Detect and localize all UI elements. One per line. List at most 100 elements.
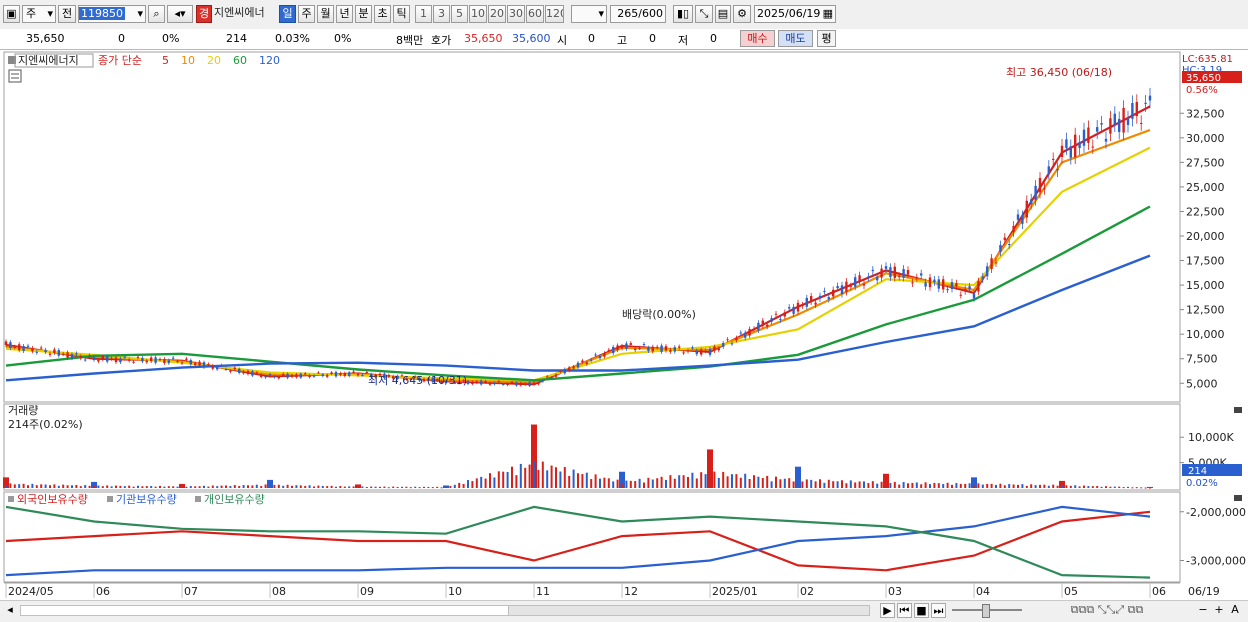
- sell-button[interactable]: 매도: [778, 30, 813, 47]
- price-change-pct: 0%: [162, 32, 180, 45]
- chart-settings-icon[interactable]: ▣: [3, 5, 20, 23]
- volume-bar-small: [647, 477, 650, 488]
- tool-button-2[interactable]: A: [1228, 603, 1242, 618]
- period-tab-6[interactable]: 틱: [393, 5, 410, 23]
- volume-bar-small: [370, 486, 373, 488]
- volume-bar-small: [467, 480, 469, 488]
- volume-bar-small: [269, 485, 271, 488]
- search-icon[interactable]: ⌕: [148, 5, 165, 23]
- ma-5-line: [5, 105, 1151, 386]
- prev-button[interactable]: 전: [58, 5, 76, 23]
- holding-legend-2: 개인보유수량: [204, 493, 265, 506]
- interval-button-5[interactable]: 30: [507, 5, 525, 23]
- volume-bar-small: [97, 485, 100, 488]
- gear-icon[interactable]: ⚙: [733, 5, 751, 23]
- panel-close-icon[interactable]: [1234, 407, 1242, 413]
- scrollbar-thumb[interactable]: [508, 606, 869, 615]
- chart-scrollbar[interactable]: [20, 605, 870, 616]
- period-tab-0[interactable]: 일: [279, 5, 296, 23]
- candle-icon[interactable]: ▮▯: [673, 5, 693, 23]
- interval-custom-select[interactable]: ▾: [571, 5, 607, 23]
- interval-button-6[interactable]: 60: [526, 5, 544, 23]
- volume-bar-small: [1025, 485, 1028, 488]
- volume-bar-small: [1017, 484, 1019, 488]
- volume-bar-small: [141, 486, 144, 488]
- volume-bar-small: [1061, 485, 1063, 488]
- candle: [625, 341, 628, 351]
- ma-legend-20: 20: [207, 54, 221, 67]
- candle: [748, 326, 751, 338]
- volume-bar-small: [383, 486, 386, 488]
- x-tick-label: 2025/01: [712, 585, 758, 598]
- volume-bar-small: [66, 485, 69, 488]
- stock-chart[interactable]: 32,500 30,000 27,500 25,000 22,500 20,000 17,5…: [0, 50, 1248, 601]
- tool-button-1[interactable]: +: [1212, 603, 1226, 618]
- interval-button-4[interactable]: 20: [488, 5, 506, 23]
- market-type-select[interactable]: 주 ▾: [22, 5, 56, 23]
- interval-button-1[interactable]: 3: [433, 5, 450, 23]
- candle: [660, 343, 663, 354]
- nav-button-0[interactable]: ▶: [880, 603, 895, 618]
- data-count-value: 265: [617, 7, 639, 20]
- interval-button-0[interactable]: 1: [415, 5, 432, 23]
- scroll-left-icon[interactable]: ◂: [4, 603, 16, 618]
- panel-close-icon[interactable]: [1234, 495, 1242, 501]
- buy-button[interactable]: 매수: [740, 30, 775, 47]
- price-panel-title: 지엔씨에너지: [18, 54, 79, 67]
- x-tick-label: 10: [448, 585, 462, 598]
- candle: [612, 344, 615, 356]
- volume-bar-small: [414, 486, 417, 488]
- volume-bar-small: [277, 484, 280, 488]
- volume-panel-title: 거래량: [8, 404, 38, 417]
- volume-bar-small: [1149, 487, 1151, 489]
- volume-bar-small: [31, 483, 34, 488]
- volume-bar-small: [1052, 484, 1055, 488]
- volume-bar-small: [964, 483, 967, 488]
- nav-button-1[interactable]: ⏮: [897, 603, 912, 618]
- tool-button-0[interactable]: −: [1196, 603, 1210, 618]
- average-button[interactable]: 평: [817, 30, 836, 47]
- candle: [818, 292, 822, 302]
- volume-bar-small: [748, 479, 751, 488]
- date-field[interactable]: 2025/06/19 ▦: [754, 5, 836, 23]
- period-tab-4[interactable]: 분: [355, 5, 372, 23]
- candle: [334, 370, 338, 378]
- zoom-slider[interactable]: [952, 603, 1022, 618]
- nav-button-3[interactable]: ⏭: [931, 603, 946, 618]
- volume-bar-small: [691, 472, 694, 488]
- line-tool-icon[interactable]: ⤡: [695, 5, 713, 23]
- volume-bar-small: [348, 486, 351, 488]
- table-icon[interactable]: [8, 69, 22, 83]
- interval-button-7[interactable]: 120: [545, 5, 564, 23]
- volume-bar-small: [93, 485, 95, 488]
- volume-bar-small: [150, 485, 153, 488]
- volume-bar-small: [537, 470, 540, 488]
- speaker-icon[interactable]: ◂▾: [167, 5, 193, 23]
- volume-bar-small: [1140, 487, 1143, 489]
- x-tick-label: 06: [1152, 585, 1166, 598]
- candle: [1126, 110, 1130, 133]
- ma-legend-120: 120: [259, 54, 280, 67]
- volume-bar-small: [775, 476, 777, 488]
- drawing-tools-icon[interactable]: ⧉⧉⧉ ⤡⤡⤢ ⧉⧉: [1027, 603, 1187, 618]
- period-tab-2[interactable]: 월: [317, 5, 334, 23]
- volume-bar-small: [225, 485, 227, 488]
- volume-bar-small: [660, 476, 663, 488]
- stock-code-input[interactable]: 119850 ▾: [78, 5, 146, 23]
- period-tab-1[interactable]: 주: [298, 5, 315, 23]
- save-icon[interactable]: ▤: [715, 5, 731, 23]
- data-count-field[interactable]: 265/600: [610, 5, 666, 23]
- interval-button-2[interactable]: 5: [451, 5, 468, 23]
- price-tick-label: 20,000: [1186, 230, 1225, 243]
- volume-value: 214: [226, 32, 247, 45]
- period-tab-5[interactable]: 초: [374, 5, 391, 23]
- volume-bar-small: [207, 486, 210, 488]
- volume-bar-small: [999, 483, 1002, 488]
- candle: [1078, 135, 1081, 156]
- volume-bar-small: [387, 487, 390, 489]
- bid-price: 35,600: [512, 32, 551, 45]
- volume-bar-small: [163, 486, 166, 488]
- interval-button-3[interactable]: 10: [469, 5, 487, 23]
- nav-button-2[interactable]: ■: [914, 603, 929, 618]
- period-tab-3[interactable]: 년: [336, 5, 353, 23]
